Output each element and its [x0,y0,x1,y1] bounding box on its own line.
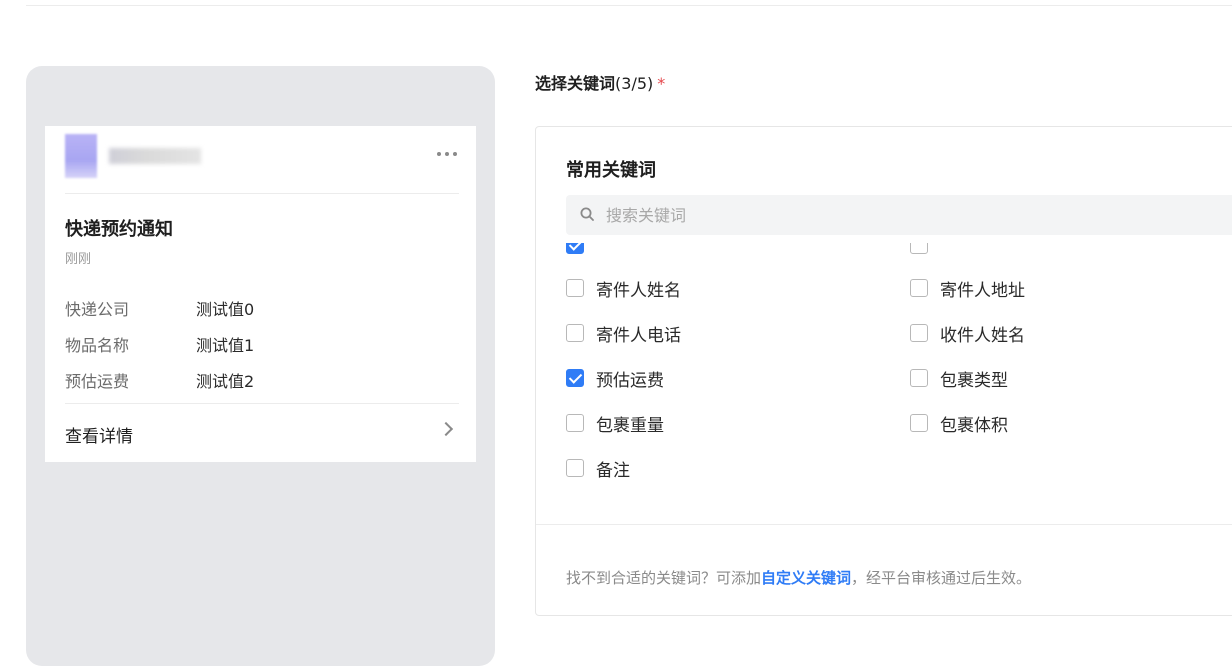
selection-count: (3/5) [615,74,654,93]
checkbox[interactable] [910,324,928,342]
checkbox[interactable] [566,459,584,477]
more-icon[interactable] [437,150,457,158]
keyword-label: 寄件人电话 [596,325,681,346]
keyword-item[interactable]: 寄件人姓名 [566,276,681,301]
view-details-link[interactable]: 查看详情 [65,403,459,462]
checkbox[interactable] [566,279,584,297]
card-time: 刚刚 [65,252,92,267]
keyword-heading: 常用关键词 [566,160,656,181]
keyword-label: 备注 [596,460,630,481]
hint-prefix: 找不到合适的关键词？可添加 [566,569,762,587]
keyword-item[interactable]: 预估运费 [566,366,664,391]
keyword-label: 包裹重量 [596,415,664,436]
keyword-item[interactable]: 备注 [566,456,630,481]
keyword-label: 预估运费 [596,370,664,391]
keyword-panel: 常用关键词 寄件人姓名 寄件人地址 寄件人电话 收件人姓名 [535,126,1232,616]
card-title: 快递预约通知 [65,219,173,240]
keyword-item-partial[interactable] [910,243,940,257]
keyword-label: 收件人姓名 [940,325,1025,346]
keyword-label: 包裹类型 [940,370,1008,391]
keyword-list: 寄件人姓名 寄件人地址 寄件人电话 收件人姓名 预估运费 包裹类型 包裹重量 包… [536,243,1232,525]
card-row: 预估运费 测试值2 [65,368,459,392]
card-row-key: 快递公司 [65,300,130,319]
keyword-item[interactable]: 包裹体积 [910,411,1008,436]
keyword-item[interactable]: 包裹类型 [910,366,1008,391]
top-divider [26,5,1232,6]
section-title-text: 选择关键词 [535,74,616,93]
checkbox[interactable] [910,243,928,254]
custom-keyword-hint: 找不到合适的关键词？可添加自定义关键词，经平台审核通过后生效。 [566,567,1031,588]
divider [536,524,1232,525]
keyword-item[interactable]: 寄件人地址 [910,276,1025,301]
keyword-item-partial[interactable] [566,243,596,257]
avatar [65,134,97,178]
checkbox[interactable] [910,414,928,432]
card-row-value: 测试值0 [196,300,255,319]
checkbox[interactable] [566,324,584,342]
card-row-value: 测试值2 [196,372,255,391]
card-row-value: 测试值1 [196,336,255,355]
search-box [566,195,1232,235]
keyword-label: 寄件人姓名 [596,280,681,301]
keyword-label: 包裹体积 [940,415,1008,436]
required-mark: * [657,74,666,93]
account-name-blurred [109,148,201,164]
checkbox-checked[interactable] [566,369,584,387]
view-details-label: 查看详情 [65,427,133,447]
card-row-key: 预估运费 [65,372,130,391]
search-icon [580,207,594,221]
custom-keyword-link[interactable]: 自定义关键词 [761,569,851,587]
hint-suffix: ，经平台审核通过后生效。 [851,569,1032,587]
keyword-label: 寄件人地址 [940,280,1025,301]
section-title: 选择关键词(3/5) * [535,70,665,94]
message-card: 快递预约通知 刚刚 快递公司 测试值0 物品名称 测试值1 预估运费 测试值2 … [45,126,476,462]
card-row: 物品名称 测试值1 [65,332,459,356]
checkbox[interactable] [910,369,928,387]
keyword-item[interactable]: 收件人姓名 [910,321,1025,346]
message-preview-panel: 快递预约通知 刚刚 快递公司 测试值0 物品名称 测试值1 预估运费 测试值2 … [26,66,495,666]
keyword-item[interactable]: 寄件人电话 [566,321,681,346]
checkbox[interactable] [910,279,928,297]
card-row-key: 物品名称 [65,336,130,355]
checkbox[interactable] [566,243,584,254]
card-header [65,126,459,194]
keyword-item[interactable]: 包裹重量 [566,411,664,436]
search-input[interactable] [606,195,1232,235]
chevron-right-icon [438,421,454,437]
checkbox[interactable] [566,414,584,432]
card-row: 快递公司 测试值0 [65,296,459,320]
